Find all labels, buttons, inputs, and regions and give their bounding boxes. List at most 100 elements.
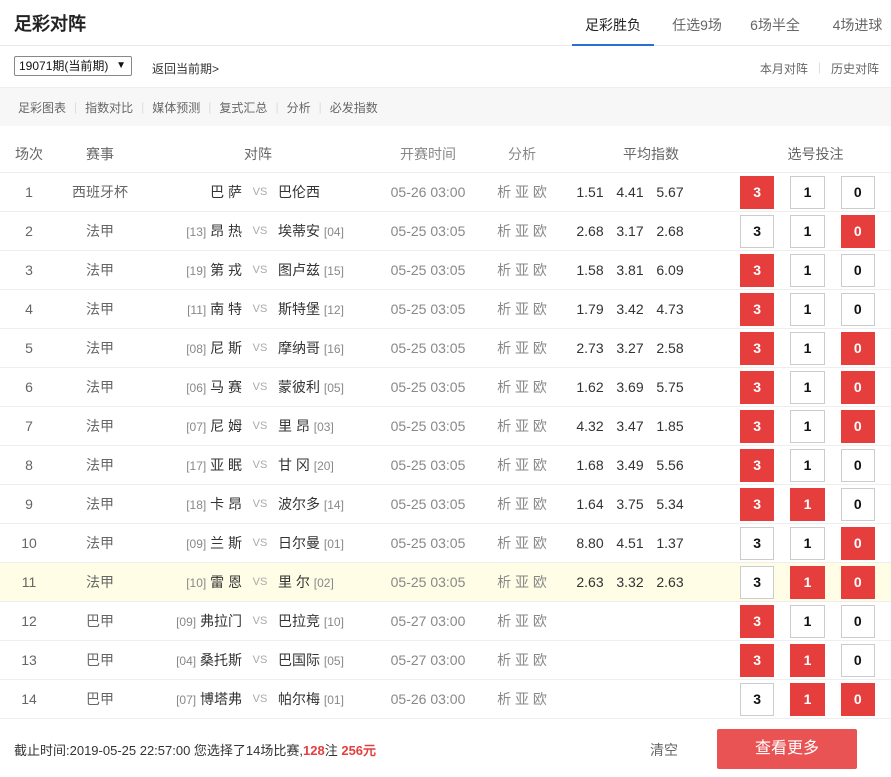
analysis-links[interactable]: 析 亚 欧 — [482, 689, 562, 709]
clear-button[interactable]: 清空 — [650, 740, 678, 760]
bet-option-1[interactable]: 1 — [790, 487, 825, 521]
bet-option-1[interactable]: 1 — [790, 331, 825, 365]
bet-option-1[interactable]: 1 — [790, 565, 825, 599]
subnav-chart[interactable]: 足彩图表 — [18, 99, 74, 116]
bet-option-0[interactable]: 0 — [840, 409, 875, 443]
home-team-name: 弗拉门 — [200, 613, 242, 629]
away-team-name: 埃蒂安 — [278, 223, 320, 239]
bet-option-1[interactable]: 1 — [790, 448, 825, 482]
subnav-betfair-index[interactable]: 必发指数 — [330, 99, 386, 116]
bet-option-0[interactable]: 0 — [840, 175, 875, 209]
analysis-links[interactable]: 析 亚 欧 — [482, 260, 562, 280]
view-more-button[interactable]: 查看更多 — [717, 729, 857, 769]
bet-option-3[interactable]: 3 — [740, 682, 775, 716]
tab-6bqc[interactable]: 6场半全 — [742, 0, 808, 46]
subnav-analysis[interactable]: 分析 — [287, 99, 319, 116]
analysis-links[interactable]: 析 亚 欧 — [482, 572, 562, 592]
odds-win: 1.64 — [576, 496, 604, 512]
period-select[interactable]: 19071期(当前期) ▼ — [14, 56, 132, 76]
back-to-current-link[interactable]: 返回当前期> — [152, 60, 219, 77]
home-team-name: 尼 姆 — [210, 418, 242, 434]
odds-draw: 3.42 — [616, 301, 644, 317]
subnav-media-predict[interactable]: 媒体预测 — [152, 99, 208, 116]
analysis-links[interactable]: 析 亚 欧 — [482, 455, 562, 475]
bet-option-1[interactable]: 1 — [790, 604, 825, 638]
away-team: 摩纳哥 [16] — [278, 338, 374, 358]
summary-text: 截止时间:2019-05-25 22:57:00 您选择了14场比赛, — [14, 743, 304, 758]
home-team: [08] 尼 斯 — [142, 338, 242, 358]
bet-options: 310 — [740, 370, 891, 404]
bet-option-1[interactable]: 1 — [790, 292, 825, 326]
bet-option-1[interactable]: 1 — [790, 409, 825, 443]
tab-4jq[interactable]: 4场进球 — [824, 0, 891, 46]
kickoff-time: 05-27 03:00 — [390, 652, 466, 668]
odds-lose: 4.73 — [656, 301, 684, 317]
bet-option-0[interactable]: 0 — [840, 253, 875, 287]
bet-option-0[interactable]: 0 — [840, 292, 875, 326]
bet-option-0[interactable]: 0 — [840, 526, 875, 560]
tab-rx9[interactable]: 任选9场 — [660, 0, 734, 46]
analysis-links[interactable]: 析 亚 欧 — [482, 299, 562, 319]
home-team-name: 马 赛 — [210, 379, 242, 395]
kickoff-time: 05-25 03:05 — [390, 379, 466, 395]
bet-option-3[interactable]: 3 — [740, 214, 775, 248]
subnav-odds-compare[interactable]: 指数对比 — [85, 99, 141, 116]
vs-label: VS — [252, 186, 268, 198]
odds-draw: 3.27 — [616, 340, 644, 356]
bet-option-0[interactable]: 0 — [840, 448, 875, 482]
home-rank: [13] — [186, 225, 207, 239]
bet-option-1[interactable]: 1 — [790, 526, 825, 560]
bet-option-0[interactable]: 0 — [840, 214, 875, 248]
bet-option-3[interactable]: 3 — [740, 604, 775, 638]
analysis-links[interactable]: 析 亚 欧 — [482, 416, 562, 436]
analysis-links[interactable]: 析 亚 欧 — [482, 611, 562, 631]
bet-option-1[interactable]: 1 — [790, 370, 825, 404]
analysis-links[interactable]: 析 亚 欧 — [482, 533, 562, 553]
bet-option-1[interactable]: 1 — [790, 253, 825, 287]
analysis-links[interactable]: 析 亚 欧 — [482, 338, 562, 358]
bet-option-1[interactable]: 1 — [790, 643, 825, 677]
away-team: 日尔曼 [01] — [278, 533, 374, 553]
history-matches-link[interactable]: 历史对阵 — [831, 60, 879, 77]
bet-option-3[interactable]: 3 — [740, 565, 775, 599]
bet-option-3[interactable]: 3 — [740, 409, 775, 443]
bet-options: 310 — [740, 253, 891, 287]
bet-option-3[interactable]: 3 — [740, 448, 775, 482]
analysis-links[interactable]: 析 亚 欧 — [482, 650, 562, 670]
table-row: 13 巴甲 [04] 桑托斯 VS 巴国际 [05] 05-27 03:00 析 亚 欧 31… — [0, 640, 891, 679]
bet-option-3[interactable]: 3 — [740, 331, 775, 365]
away-rank: [04] — [323, 225, 344, 239]
analysis-links[interactable]: 析 亚 欧 — [482, 221, 562, 241]
bet-option-0[interactable]: 0 — [840, 370, 875, 404]
bet-option-0[interactable]: 0 — [840, 331, 875, 365]
bet-option-1[interactable]: 1 — [790, 214, 825, 248]
bet-option-3[interactable]: 3 — [740, 253, 775, 287]
match-no: 13 — [21, 652, 37, 668]
analysis-links[interactable]: 析 亚 欧 — [482, 182, 562, 202]
bet-option-0[interactable]: 0 — [840, 643, 875, 677]
month-matches-link[interactable]: 本月对阵 — [760, 60, 808, 77]
bet-option-3[interactable]: 3 — [740, 292, 775, 326]
bet-option-0[interactable]: 0 — [840, 604, 875, 638]
vs-label: VS — [252, 264, 268, 276]
odds-draw: 4.51 — [616, 535, 644, 551]
tab-sfc[interactable]: 足彩胜负 — [572, 0, 654, 46]
analysis-links[interactable]: 析 亚 欧 — [482, 494, 562, 514]
bet-option-0[interactable]: 0 — [840, 682, 875, 716]
bet-option-3[interactable]: 3 — [740, 487, 775, 521]
odds-win: 2.73 — [576, 340, 604, 356]
analysis-links[interactable]: 析 亚 欧 — [482, 377, 562, 397]
subnav-multi-summary[interactable]: 复式汇总 — [219, 99, 275, 116]
bet-option-3[interactable]: 3 — [740, 526, 775, 560]
bet-options: 310 — [740, 682, 891, 716]
bet-option-0[interactable]: 0 — [840, 565, 875, 599]
kickoff-time: 05-25 03:05 — [390, 535, 466, 551]
kickoff-time: 05-25 03:05 — [390, 301, 466, 317]
bet-option-3[interactable]: 3 — [740, 175, 775, 209]
bet-option-0[interactable]: 0 — [840, 487, 875, 521]
odds-win: 1.51 — [576, 184, 604, 200]
bet-option-1[interactable]: 1 — [790, 682, 825, 716]
bet-option-3[interactable]: 3 — [740, 643, 775, 677]
bet-option-1[interactable]: 1 — [790, 175, 825, 209]
bet-option-3[interactable]: 3 — [740, 370, 775, 404]
